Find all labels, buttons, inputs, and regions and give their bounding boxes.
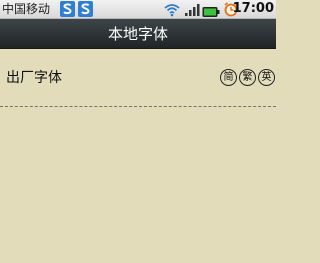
s-app-icon[interactable] — [78, 1, 93, 17]
page-title: 本地字体 — [107, 25, 168, 43]
simplified-badge: 简 — [220, 69, 237, 86]
list-item[interactable]: 出厂字体 简 繁 英 — [0, 49, 276, 106]
carrier-name: 中国移动 — [2, 2, 51, 16]
s-app-icon[interactable] — [60, 1, 75, 17]
title-bar: 本地字体 — [0, 19, 276, 49]
font-name: 出厂字体 — [6, 70, 62, 86]
status-bar: 中国移动 17:00 — [0, 0, 276, 19]
english-badge: 英 — [258, 69, 275, 86]
traditional-badge: 繁 — [239, 69, 256, 86]
screen: 中国移动 17:00 本地字体 出厂字体 简 繁 英 — [0, 0, 276, 263]
list-divider — [0, 106, 276, 107]
clock-time: 17:00 — [232, 1, 274, 16]
